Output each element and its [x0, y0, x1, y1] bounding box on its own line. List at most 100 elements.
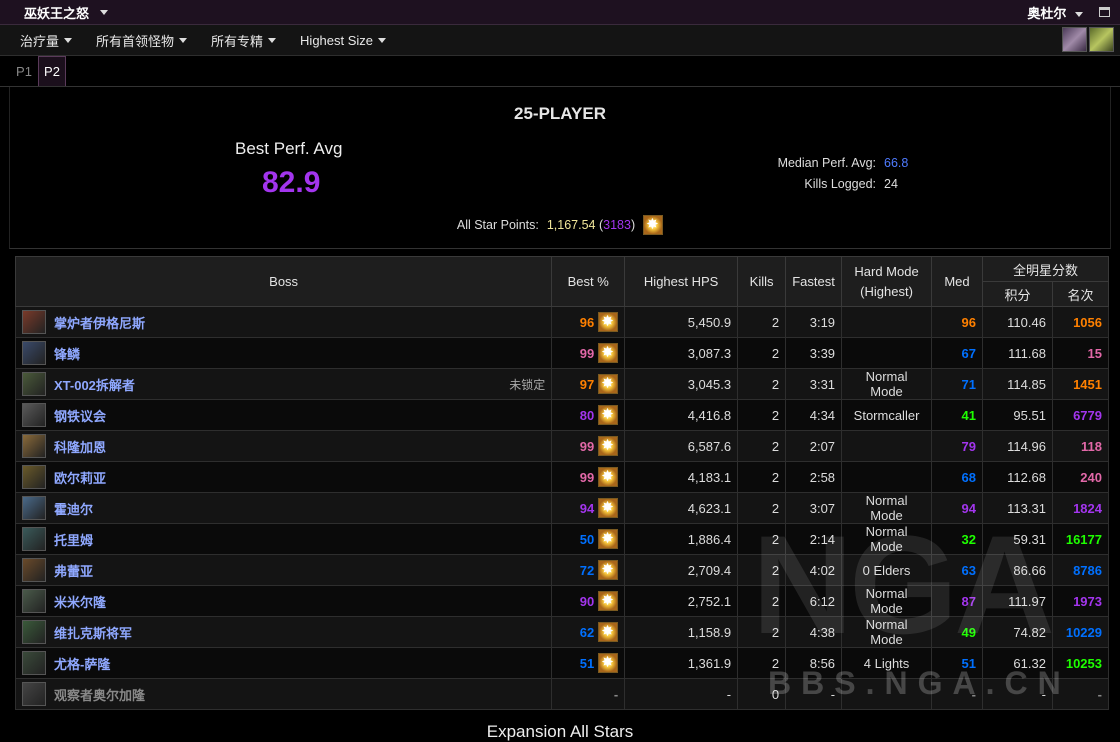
median-cell: 94	[931, 492, 983, 524]
fastest-time: 3:31	[785, 368, 843, 400]
header-boss[interactable]: Boss	[14, 256, 553, 307]
boss-name-link[interactable]: 尤格-萨隆	[54, 654, 545, 673]
boss-portrait-icon	[22, 341, 46, 365]
filter-metric[interactable]: 治疗量	[20, 31, 73, 50]
boss-name-link[interactable]: 钢铁议会	[54, 406, 545, 425]
header-fastest[interactable]: Fastest	[785, 256, 843, 307]
boss-portrait-icon	[22, 403, 46, 427]
highest-hps: 5,450.9	[624, 306, 739, 338]
highest-hps: 2,709.4	[624, 554, 739, 586]
tab-p2[interactable]: P2	[38, 56, 66, 86]
median-percent: 63	[961, 562, 976, 578]
header-hardmode[interactable]: Hard Mode (Highest)	[841, 256, 933, 307]
best-percent: -	[613, 686, 619, 702]
header-kills[interactable]: Kills	[737, 256, 787, 307]
boss-name-link[interactable]: 维扎克斯将军	[54, 623, 545, 642]
table-row[interactable]: 米米尔隆 90 2,752.126:12Normal Mode 87 111.97 197…	[14, 585, 1110, 617]
boss-cell: 米米尔隆	[14, 585, 553, 617]
table-row[interactable]: 欧尔莉亚 99 4,183.122:58 68 112.68 240	[14, 461, 1110, 493]
table-row[interactable]: 锋鳞 99 3,087.323:39 67 111.68 15	[14, 337, 1110, 369]
allstar-points: 95.51	[981, 399, 1053, 431]
allstar-rank: 1056	[1073, 314, 1102, 330]
all-star-label: All Star Points:	[456, 218, 539, 232]
best-percent: 80	[579, 407, 595, 423]
highest-hps: 1,886.4	[624, 523, 739, 555]
filter-size[interactable]: Highest Size	[300, 32, 387, 48]
fastest-time: -	[785, 678, 843, 710]
boss-name-link[interactable]: 霍迪尔	[54, 499, 545, 518]
star-icon	[598, 653, 619, 673]
table-row[interactable]: 托里姆 50 1,886.422:14Normal Mode 32 59.31 16177	[14, 523, 1110, 555]
filter-size-label: Highest Size	[300, 32, 374, 48]
highest-hps: 1,361.9	[624, 647, 739, 679]
header-med[interactable]: Med	[931, 256, 983, 307]
star-icon	[643, 215, 664, 235]
fastest-time: 8:56	[785, 647, 843, 679]
kills-count: 2	[737, 616, 787, 648]
header-hps[interactable]: Highest HPS	[624, 256, 739, 307]
boss-name-link[interactable]: 弗蕾亚	[54, 561, 545, 580]
table-row[interactable]: XT-002拆解者未锁定 97 3,045.323:31Normal Mode 71 1…	[14, 368, 1110, 400]
boss-name-link[interactable]: 科隆加恩	[54, 437, 545, 456]
table-row[interactable]: 观察者奥尔加隆 - -0- - - -	[14, 678, 1110, 710]
median-percent: -	[971, 686, 976, 702]
kills-count: 2	[737, 430, 787, 462]
boss-name-link[interactable]: 米米尔隆	[54, 592, 545, 611]
best-percent: 50	[579, 531, 595, 547]
best-percent-cell: 99	[551, 430, 626, 462]
hard-mode	[841, 337, 933, 369]
tab-p1[interactable]: P1	[10, 56, 38, 86]
table-row[interactable]: 掌炉者伊格尼斯 96 5,450.923:19 96 110.46 1056	[14, 306, 1110, 338]
fastest-time: 2:07	[785, 430, 843, 462]
median-cell: 49	[931, 616, 983, 648]
allstar-rank-cell: 16177	[1051, 523, 1110, 555]
boss-cell: 托里姆	[14, 523, 553, 555]
boss-name-link[interactable]: 托里姆	[54, 530, 545, 549]
filter-spec[interactable]: 所有专精	[211, 31, 277, 50]
median-cell: 63	[931, 554, 983, 586]
key-icon[interactable]	[1089, 27, 1114, 52]
table-row[interactable]: 霍迪尔 94 4,623.123:07Normal Mode 94 113.31 1824	[14, 492, 1110, 524]
server-selector[interactable]: 奥杜尔	[1027, 3, 1083, 22]
kills-count: 2	[737, 647, 787, 679]
chevron-down-icon	[268, 37, 277, 43]
header-points[interactable]: 积分	[981, 281, 1053, 307]
filter-boss[interactable]: 所有首领怪物	[96, 31, 188, 50]
header-best[interactable]: Best %	[551, 256, 626, 307]
allstar-points: 114.96	[981, 430, 1053, 462]
boss-name-link[interactable]: 锋鳞	[54, 344, 545, 363]
star-icon	[598, 312, 619, 332]
star-icon	[598, 374, 619, 394]
allstar-rank: 16177	[1065, 531, 1102, 547]
allstar-rank: 15	[1087, 345, 1102, 361]
boss-name-link[interactable]: 观察者奥尔加隆	[54, 685, 545, 704]
kills-count: 0	[737, 678, 787, 710]
chevron-down-icon	[1075, 11, 1083, 17]
best-percent: 62	[579, 624, 595, 640]
boss-portrait-icon	[22, 620, 46, 644]
table-row[interactable]: 钢铁议会 80 4,416.824:34Stormcaller 41 95.51 6779	[14, 399, 1110, 431]
difficulty-title: 25-PLAYER	[514, 104, 606, 123]
table-row[interactable]: 尤格-萨隆 51 1,361.928:564 Lights 51 61.32 10253	[14, 647, 1110, 679]
star-icon	[598, 591, 619, 611]
boss-name-link[interactable]: 欧尔莉亚	[54, 468, 545, 487]
best-percent: 51	[579, 655, 595, 671]
star-icon	[598, 529, 619, 549]
header-rank[interactable]: 名次	[1051, 281, 1110, 307]
zone-selector[interactable]: 巫妖王之怒	[24, 3, 109, 22]
boss-name-link[interactable]: 掌炉者伊格尼斯	[54, 313, 545, 332]
table-row[interactable]: 维扎克斯将军 62 1,158.924:38Normal Mode 49 74.82 10…	[14, 616, 1110, 648]
boss-name-link[interactable]: XT-002拆解者	[54, 375, 509, 394]
maximize-icon[interactable]	[1099, 7, 1110, 17]
boss-portrait-icon	[22, 372, 46, 396]
allstar-rank-cell: 1824	[1051, 492, 1110, 524]
allstar-rank: 10253	[1065, 655, 1102, 671]
allstar-rank-cell: 118	[1051, 430, 1110, 462]
class-icon[interactable]	[1062, 27, 1087, 52]
table-row[interactable]: 科隆加恩 99 6,587.622:07 79 114.96 118	[14, 430, 1110, 462]
boss-cell: 科隆加恩	[14, 430, 553, 462]
hard-mode	[841, 430, 933, 462]
top-bar: 巫妖王之怒 奥杜尔	[0, 0, 1120, 25]
boss-cell: 弗蕾亚	[14, 554, 553, 586]
table-row[interactable]: 弗蕾亚 72 2,709.424:020 Elders 63 86.66 8786	[14, 554, 1110, 586]
